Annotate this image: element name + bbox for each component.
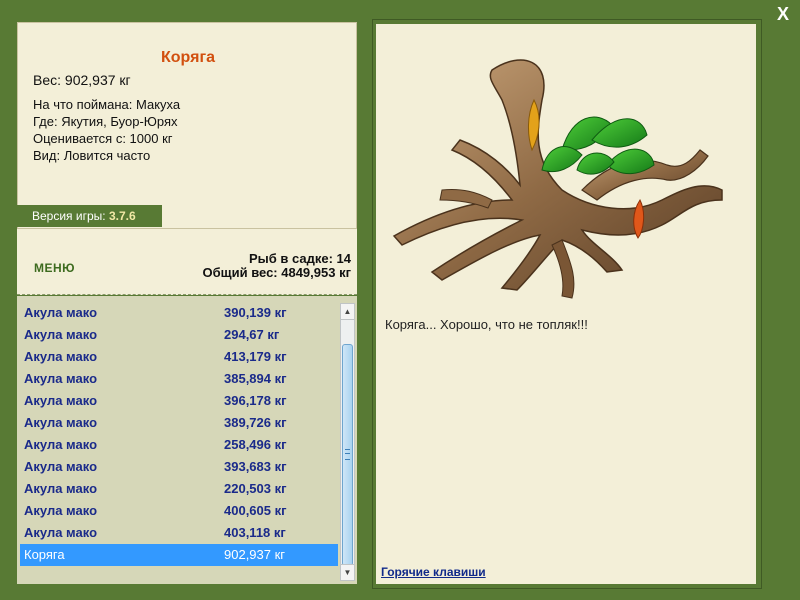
version-tab: Версия игры: 3.7.6 xyxy=(17,205,162,227)
list-item-weight: 393,683 кг xyxy=(224,459,287,474)
version-value: 3.7.6 xyxy=(108,209,136,223)
list-item[interactable]: Коряга 902,937 кг xyxy=(20,544,338,566)
menu-button[interactable]: МЕНЮ xyxy=(34,261,75,275)
list-item-weight: 403,118 кг xyxy=(224,525,286,540)
catch-message: Коряга... Хорошо, что не топляк!!! xyxy=(385,317,588,332)
list-item[interactable]: Акула мако 400,605 кг xyxy=(20,500,338,522)
creel-summary: МЕНЮ Рыб в садке: 14 Общий вес: 4849,953… xyxy=(17,229,357,295)
grip-icon xyxy=(345,449,350,460)
game-window: X Коряга Вес: 902,937 кг На что поймана:… xyxy=(0,0,800,600)
list-item-weight: 400,605 кг xyxy=(224,503,287,518)
list-item[interactable]: Акула мако 385,894 кг xyxy=(20,368,338,390)
list-item[interactable]: Акула мако 396,178 кг xyxy=(20,390,338,412)
list-item-weight: 413,179 кг xyxy=(224,349,287,364)
list-item-weight: 258,496 кг xyxy=(224,437,287,452)
list-item[interactable]: Акула мако 389,726 кг xyxy=(20,412,338,434)
list-item[interactable]: Акула мако 403,118 кг xyxy=(20,522,338,544)
creel-total-weight: Общий вес: 4849,953 кг xyxy=(202,265,351,280)
list-item-name: Акула мако xyxy=(24,525,98,540)
list-item[interactable]: Акула мако 393,683 кг xyxy=(20,456,338,478)
list-item-name: Акула мако xyxy=(24,415,98,430)
close-button[interactable]: X xyxy=(773,4,793,24)
fish-title: Коряга xyxy=(161,49,215,66)
list-item[interactable]: Акула мако 294,67 кг xyxy=(20,324,338,346)
list-item-weight: 389,726 кг xyxy=(224,415,287,430)
fish-value-threshold: Оценивается с: 1000 кг xyxy=(33,131,173,146)
list-item-name: Акула мако xyxy=(24,481,98,496)
list-item[interactable]: Акула мако 220,503 кг xyxy=(20,478,338,500)
list-item-weight: 294,67 кг xyxy=(224,327,280,342)
list-item-weight: 390,139 кг xyxy=(224,305,287,320)
scroll-up-icon[interactable]: ▲ xyxy=(341,304,354,320)
scroll-down-icon[interactable]: ▼ xyxy=(341,564,354,580)
fish-weight: Вес: 902,937 кг xyxy=(33,72,131,88)
list-scrollbar[interactable]: ▲ ▼ xyxy=(340,303,355,581)
list-item-name: Акула мако xyxy=(24,459,98,474)
catch-list: Акула мако 390,139 кг Акула мако 294,67 кг А… xyxy=(20,302,338,566)
version-label: Версия игры: xyxy=(32,209,106,223)
fish-location: Где: Якутия, Буор-Юрях xyxy=(33,114,178,129)
list-item[interactable]: Акула мако 413,179 кг xyxy=(20,346,338,368)
list-item[interactable]: Акула мако 258,496 кг xyxy=(20,434,338,456)
list-item-name: Коряга xyxy=(24,547,65,562)
fish-details: На что поймана: Макуха Где: Якутия, Буор… xyxy=(33,96,180,164)
list-item-weight: 396,178 кг xyxy=(224,393,287,408)
fish-bait: На что поймана: Макуха xyxy=(33,97,181,112)
list-item-name: Акула мако xyxy=(24,393,98,408)
divider xyxy=(17,294,357,295)
snag-illustration-icon xyxy=(392,59,723,299)
list-item-name: Акула мако xyxy=(24,437,98,452)
list-item-name: Акула мако xyxy=(24,327,98,342)
creel-count: Рыб в садке: 14 xyxy=(248,251,351,266)
list-item[interactable]: Акула мако 390,139 кг xyxy=(20,302,338,324)
scroll-thumb[interactable] xyxy=(342,344,353,566)
fish-info-panel: Коряга Вес: 902,937 кг На что поймана: М… xyxy=(17,22,357,229)
hotkeys-link[interactable]: Горячие клавиши xyxy=(381,565,486,579)
list-item-name: Акула мако xyxy=(24,503,98,518)
list-item-name: Акула мако xyxy=(24,305,98,320)
catch-list-panel: Акула мако 390,139 кг Акула мако 294,67 кг А… xyxy=(17,296,357,584)
list-item-name: Акула мако xyxy=(24,371,98,386)
list-item-weight: 220,503 кг xyxy=(224,481,287,496)
list-item-weight: 385,894 кг xyxy=(224,371,287,386)
list-item-weight: 902,937 кг xyxy=(224,547,286,562)
catch-view-panel: Коряга... Хорошо, что не топляк!!! Горяч… xyxy=(376,24,756,584)
list-item-name: Акула мако xyxy=(24,349,98,364)
fish-frequency: Вид: Ловится часто xyxy=(33,148,151,163)
creel-stats: Рыб в садке: 14 Общий вес: 4849,953 кг xyxy=(202,252,351,280)
